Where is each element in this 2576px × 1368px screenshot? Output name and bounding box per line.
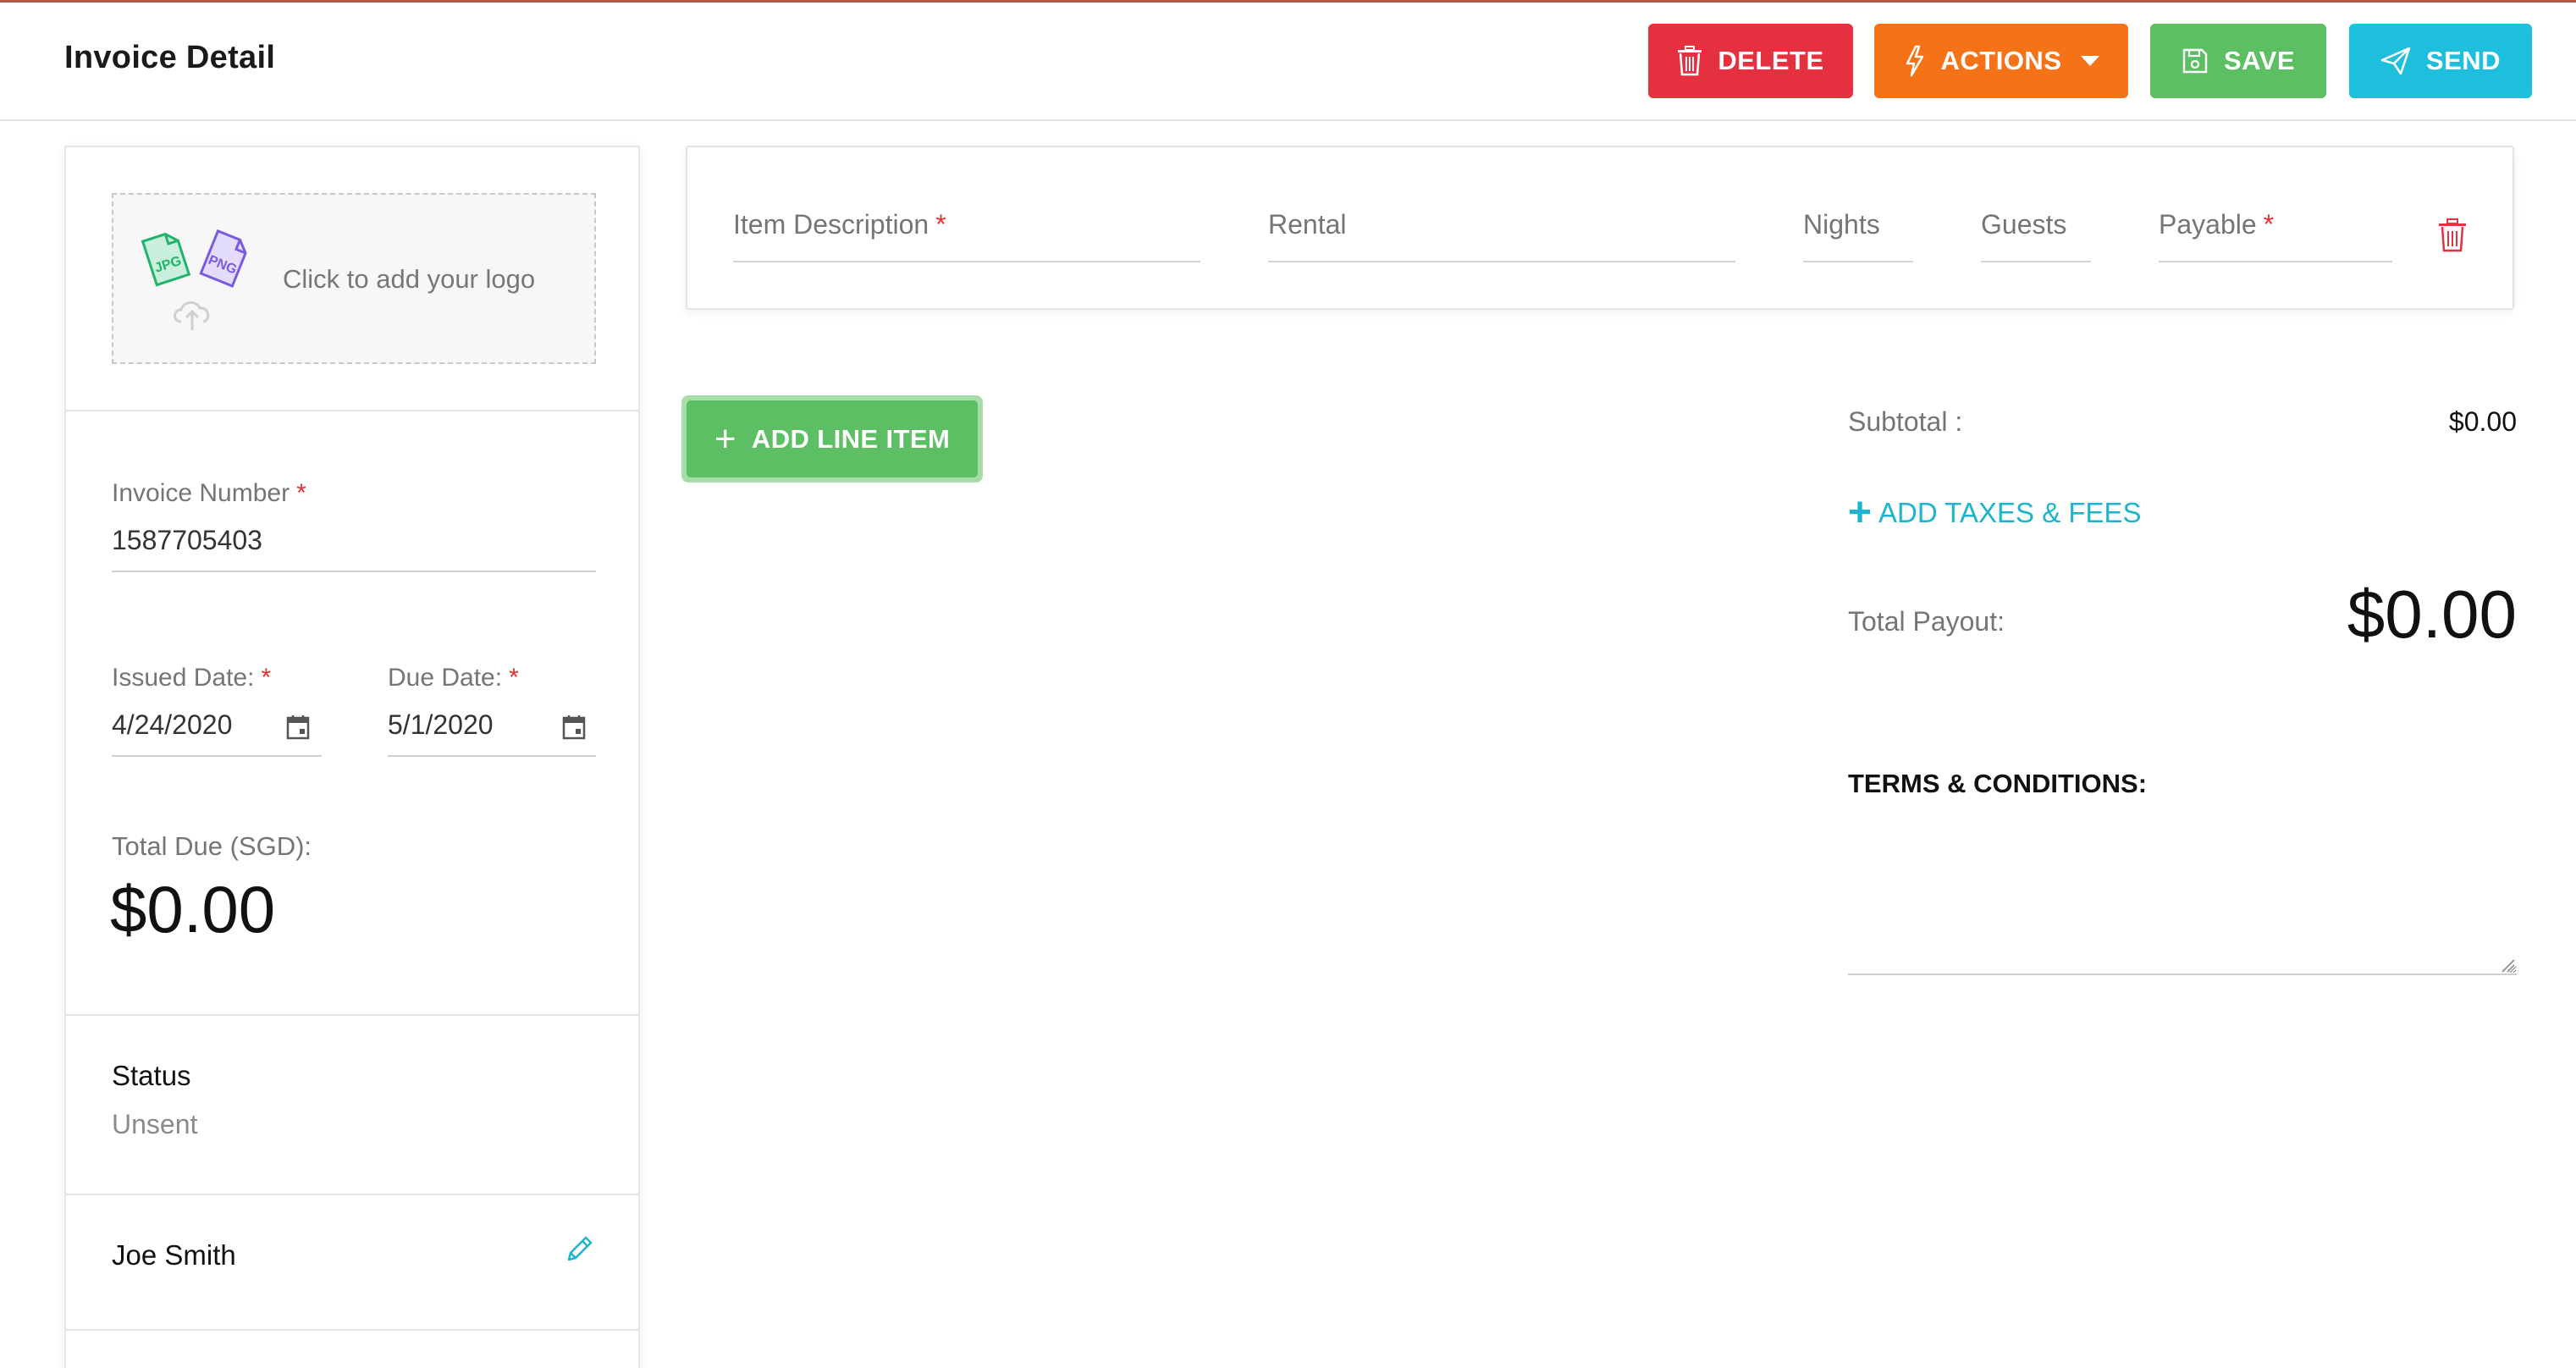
terms-conditions-label: TERMS & CONDITIONS:: [1848, 769, 2148, 798]
due-date-input[interactable]: 5/1/2020: [388, 709, 494, 741]
upload-cloud-icon: [174, 301, 210, 330]
input-underline: [112, 755, 322, 757]
input-underline: [2159, 261, 2392, 262]
guests-field[interactable]: Guests: [1981, 209, 2066, 240]
add-taxes-fees-link[interactable]: + ADD TAXES & FEES: [1848, 493, 2142, 533]
invoice-info-panel: JPG PNG Click to add your logo Invoice N…: [64, 146, 640, 1368]
page-title: Invoice Detail: [64, 40, 276, 75]
delete-label: DELETE: [1718, 46, 1824, 75]
subtotal-label: Subtotal :: [1848, 406, 1963, 437]
required-mark: *: [509, 664, 519, 692]
required-mark: *: [261, 664, 272, 692]
png-file-icon: PNG: [199, 229, 247, 288]
send-button[interactable]: SEND: [2349, 24, 2532, 98]
add-line-item-button[interactable]: + ADD LINE ITEM: [681, 395, 983, 483]
invoice-number-label: Invoice Number *: [112, 479, 306, 508]
actions-dropdown-button[interactable]: ACTIONS: [1874, 24, 2128, 98]
input-underline: [1981, 261, 2091, 262]
payable-field[interactable]: Payable *: [2159, 209, 2274, 240]
invoice-number-input[interactable]: 1587705403: [112, 525, 262, 556]
send-icon: [2380, 47, 2411, 75]
pencil-icon[interactable]: [564, 1234, 594, 1265]
input-underline: [112, 571, 596, 572]
client-name: Joe Smith: [112, 1239, 236, 1271]
payable-label: Payable: [2159, 209, 2257, 240]
issued-date-label: Issued Date: *: [112, 664, 271, 692]
header-bar: Invoice Detail DELETE ACTIONS SAVE SEND: [0, 3, 2576, 121]
item-description-field[interactable]: Item Description *: [733, 209, 946, 240]
input-underline: [388, 755, 596, 757]
divider: [66, 1194, 638, 1195]
send-label: SEND: [2425, 46, 2502, 75]
calendar-icon[interactable]: [562, 714, 586, 740]
issued-date-label-text: Issued Date:: [112, 664, 255, 692]
total-payout-label: Total Payout:: [1848, 606, 2005, 637]
calendar-icon[interactable]: [286, 714, 310, 740]
terms-conditions-textarea[interactable]: [1848, 813, 2517, 975]
item-description-label: Item Description: [733, 209, 929, 240]
due-date-label: Due Date: *: [388, 664, 519, 692]
input-underline: [1803, 261, 1913, 262]
actions-label: ACTIONS: [1940, 46, 2062, 75]
trash-icon[interactable]: [2438, 218, 2467, 252]
jpg-file-icon: JPG: [141, 232, 191, 287]
required-mark: *: [2263, 209, 2275, 240]
total-payout-value: $0.00: [2347, 576, 2517, 652]
subtotal-value: $0.00: [2448, 406, 2517, 437]
logo-prompt: Click to add your logo: [283, 264, 536, 294]
input-underline: [733, 261, 1200, 262]
status-label: Status: [112, 1060, 191, 1091]
issued-date-input[interactable]: 4/24/2020: [112, 709, 232, 741]
divider: [66, 410, 638, 411]
plus-icon: +: [714, 417, 736, 460]
trash-icon: [1678, 46, 1702, 76]
add-taxes-fees-label: ADD TAXES & FEES: [1878, 497, 2142, 528]
due-date-label-text: Due Date:: [388, 664, 503, 692]
divider: [66, 1329, 638, 1331]
required-mark: *: [296, 479, 306, 507]
add-line-item-label: ADD LINE ITEM: [751, 423, 951, 454]
caret-down-icon: [2080, 56, 2099, 66]
divider: [66, 1014, 638, 1016]
add-line-item-inner: + ADD LINE ITEM: [687, 400, 978, 477]
save-icon: [2182, 48, 2208, 74]
save-label: SAVE: [2223, 46, 2296, 75]
delete-button[interactable]: DELETE: [1648, 24, 1853, 98]
resize-grip-icon[interactable]: [2499, 957, 2516, 974]
rental-field[interactable]: Rental: [1268, 209, 1347, 240]
save-button[interactable]: SAVE: [2150, 24, 2326, 98]
line-items-card: Item Description * Rental Nights Guests P…: [686, 146, 2514, 310]
plus-icon: +: [1848, 490, 1873, 535]
total-due-label: Total Due (SGD):: [112, 831, 312, 861]
status-value: Unsent: [112, 1109, 198, 1139]
total-due-value: $0.00: [110, 872, 276, 946]
required-mark: *: [935, 209, 946, 240]
bolt-icon: [1906, 45, 1923, 77]
nights-field[interactable]: Nights: [1803, 209, 1880, 240]
input-underline: [1268, 261, 1735, 262]
invoice-number-label-text: Invoice Number: [112, 479, 290, 507]
logo-upload-area[interactable]: JPG PNG Click to add your logo: [112, 193, 596, 364]
